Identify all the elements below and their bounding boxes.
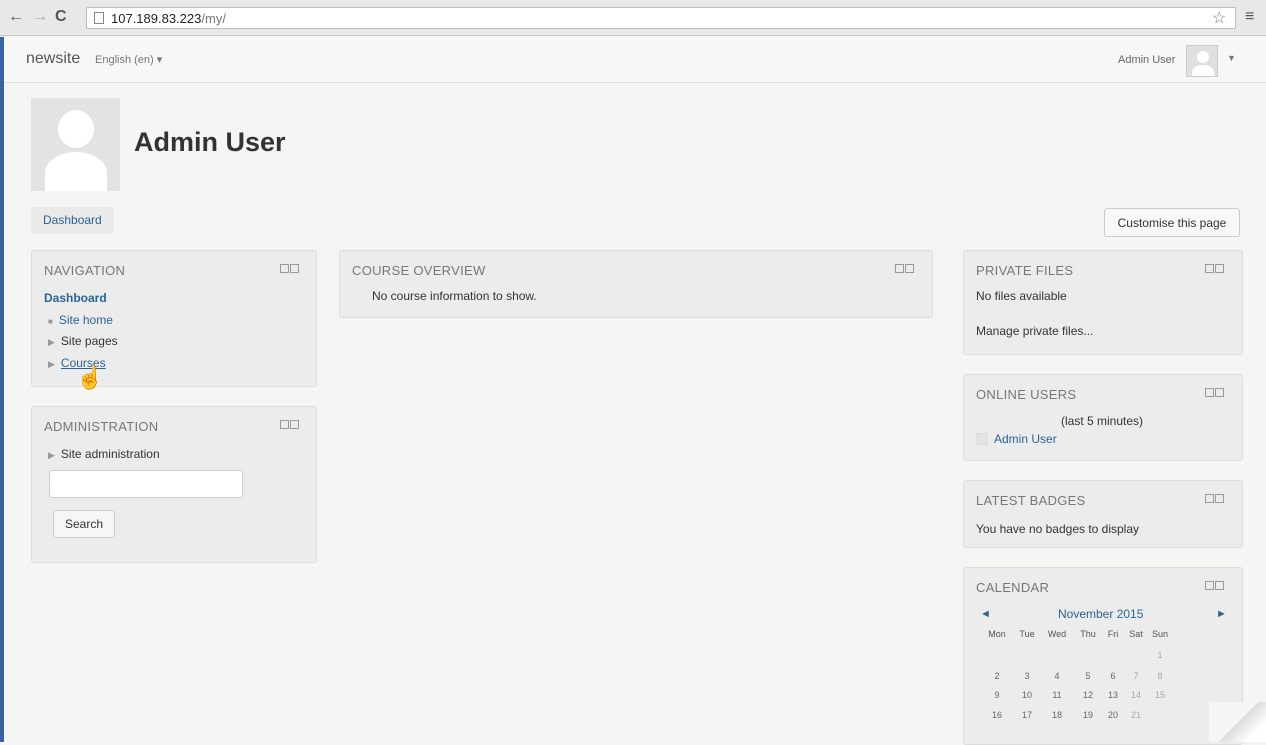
- chevron-down-icon[interactable]: ▼: [1227, 53, 1236, 63]
- site-navbar: newsite English (en) ▾ Admin User ▼: [4, 37, 1266, 83]
- avatar-body: [45, 152, 107, 191]
- latest-badges-block: LATEST BADGES You have no badges to disp…: [963, 480, 1243, 548]
- block-title: PRIVATE FILES: [976, 263, 1074, 278]
- avatar-head: [58, 110, 94, 148]
- calendar-day[interactable]: 16: [984, 710, 1010, 720]
- calendar-day[interactable]: 11: [1044, 690, 1070, 700]
- block-controls-icon[interactable]: [1204, 581, 1224, 592]
- calendar-day[interactable]: 15: [1147, 690, 1173, 700]
- url-path: /my/: [201, 11, 226, 26]
- user-menu-name[interactable]: Admin User: [1118, 54, 1175, 66]
- block-controls-icon[interactable]: [1204, 388, 1224, 399]
- back-arrow-icon[interactable]: ←: [8, 9, 24, 25]
- block-title: CALENDAR: [976, 580, 1050, 595]
- hand-pointer-icon: ☝: [76, 365, 104, 390]
- user-avatar-icon: [976, 433, 988, 445]
- day-header: Wed: [1047, 629, 1067, 639]
- page: newsite English (en) ▾ Admin User ▼ Admi…: [0, 37, 1266, 745]
- avatar-head: [1197, 51, 1209, 63]
- administration-block: ADMINISTRATION ▶ Site administration Sear…: [31, 406, 317, 563]
- nav-item-site-home[interactable]: ■ Site home: [48, 313, 113, 327]
- expand-arrow-icon: ▶: [48, 359, 55, 369]
- nav-item-label: Site administration: [60, 447, 160, 461]
- calendar-day[interactable]: 12: [1075, 690, 1101, 700]
- address-bar[interactable]: 107.189.83.223/my/: [86, 7, 1236, 29]
- block-controls-icon[interactable]: [279, 420, 299, 431]
- calendar-day[interactable]: 17: [1014, 710, 1040, 720]
- calendar-day[interactable]: 1: [1147, 650, 1173, 660]
- page-icon: [94, 12, 104, 24]
- calendar-day[interactable]: 21: [1123, 710, 1149, 720]
- expand-arrow-icon: ▶: [48, 450, 55, 460]
- language-menu[interactable]: English (en) ▾: [95, 53, 162, 66]
- user-avatar[interactable]: [1186, 45, 1218, 77]
- profile-avatar: [31, 98, 120, 191]
- url-text: 107.189.83.223/my/: [111, 11, 226, 26]
- nav-item-site-pages[interactable]: ▶ Site pages: [48, 334, 118, 348]
- block-controls-icon[interactable]: [279, 264, 299, 275]
- day-header: Thu: [1080, 629, 1096, 639]
- online-users-period: (last 5 minutes): [1061, 414, 1144, 428]
- calendar-day[interactable]: 14: [1123, 690, 1149, 700]
- breadcrumb[interactable]: Dashboard: [31, 207, 114, 234]
- day-header: Sat: [1129, 629, 1143, 639]
- nav-item-site-administration[interactable]: ▶ Site administration: [48, 447, 160, 461]
- block-controls-icon[interactable]: [894, 264, 914, 275]
- url-host: 107.189.83.223: [111, 11, 202, 26]
- calendar-day[interactable]: 18: [1044, 710, 1070, 720]
- block-title: ADMINISTRATION: [44, 419, 159, 434]
- block-title: LATEST BADGES: [976, 493, 1086, 508]
- calendar-day[interactable]: 19: [1075, 710, 1101, 720]
- bookmark-star-icon[interactable]: ☆: [1212, 8, 1226, 28]
- calendar-day[interactable]: 3: [1014, 671, 1040, 681]
- block-title: ONLINE USERS: [976, 387, 1077, 402]
- bullet-icon: ■: [48, 317, 53, 326]
- calendar-day[interactable]: 7: [1123, 671, 1149, 681]
- nav-dashboard-link[interactable]: Dashboard: [44, 291, 107, 305]
- block-controls-icon[interactable]: [1204, 494, 1224, 505]
- calendar-day[interactable]: 8: [1147, 671, 1173, 681]
- day-header: Tue: [1019, 629, 1035, 639]
- site-brand[interactable]: newsite: [26, 50, 80, 68]
- private-files-message: No files available: [976, 289, 1067, 303]
- course-overview-message: No course information to show.: [372, 289, 537, 303]
- calendar-month-link[interactable]: November 2015: [1058, 607, 1143, 621]
- block-controls-icon[interactable]: [1204, 264, 1224, 275]
- calendar-day[interactable]: 5: [1075, 671, 1101, 681]
- calendar-day[interactable]: 9: [984, 690, 1010, 700]
- customise-page-button[interactable]: Customise this page: [1104, 208, 1240, 237]
- calendar-day[interactable]: 2: [984, 671, 1010, 681]
- nav-item-label: Site pages: [60, 334, 118, 348]
- course-overview-block: COURSE OVERVIEW No course information to…: [339, 250, 933, 318]
- page-curl-decoration: [1209, 702, 1266, 742]
- calendar-day[interactable]: 10: [1014, 690, 1040, 700]
- calendar-day[interactable]: 4: [1044, 671, 1070, 681]
- forward-arrow-icon[interactable]: →: [32, 9, 48, 25]
- block-title: COURSE OVERVIEW: [352, 263, 486, 278]
- calendar-block: CALENDAR ◄ November 2015 ► Mon Tue Wed T…: [963, 567, 1243, 745]
- day-header: Mon: [988, 629, 1006, 639]
- badges-message: You have no badges to display: [976, 522, 1140, 536]
- reload-icon[interactable]: C: [55, 9, 67, 25]
- search-button[interactable]: Search: [53, 510, 115, 538]
- browser-menu-icon[interactable]: ≡: [1245, 8, 1254, 26]
- private-files-block: PRIVATE FILES No files available Manage …: [963, 250, 1243, 355]
- online-users-block: ONLINE USERS (last 5 minutes) Admin User: [963, 374, 1243, 461]
- browser-toolbar: ← → C 107.189.83.223/my/ ☆ ≡: [0, 0, 1266, 36]
- avatar-body: [1192, 65, 1214, 76]
- expand-arrow-icon: ▶: [48, 337, 55, 347]
- online-user-name: Admin User: [994, 432, 1057, 446]
- nav-item-label: Site home: [58, 313, 113, 327]
- block-title: NAVIGATION: [44, 263, 126, 278]
- admin-search-input[interactable]: [49, 470, 243, 498]
- page-title: Admin User: [134, 127, 286, 157]
- calendar-prev-icon[interactable]: ◄: [980, 608, 991, 620]
- navigation-block: NAVIGATION Dashboard ■ Site home ▶ Site pa…: [31, 250, 317, 387]
- online-user-item[interactable]: Admin User: [976, 432, 1057, 446]
- day-header: Sun: [1151, 629, 1168, 639]
- calendar-next-icon[interactable]: ►: [1216, 608, 1227, 620]
- manage-private-files-link[interactable]: Manage private files...: [976, 324, 1093, 338]
